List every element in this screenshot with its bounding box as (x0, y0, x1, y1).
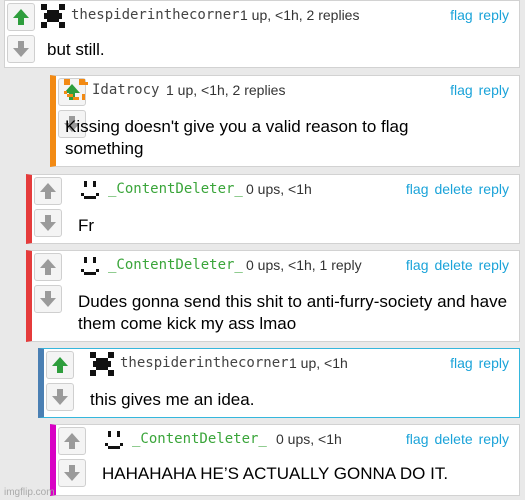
flag-link[interactable]: flag (406, 257, 429, 273)
username-link[interactable]: _ContentDeleter_ (108, 257, 243, 273)
down-arrow-icon (13, 41, 29, 57)
down-arrow-icon (40, 291, 56, 307)
avatar[interactable] (78, 254, 102, 278)
comment-actions: flag reply (444, 82, 509, 98)
downvote-button[interactable] (34, 209, 62, 237)
up-arrow-icon (13, 9, 29, 25)
upvote-button[interactable] (34, 177, 62, 205)
comment: _ContentDeleter_ 0 ups, <1h flag delete re… (50, 424, 520, 496)
smiley-avatar-icon (81, 181, 99, 199)
spider-avatar-icon (41, 4, 65, 28)
up-arrow-icon (52, 357, 68, 373)
avatar[interactable] (41, 4, 65, 28)
reply-link[interactable]: reply (479, 257, 509, 273)
comment-actions: flag delete reply (400, 257, 509, 273)
reply-link[interactable]: reply (479, 431, 509, 447)
flag-link[interactable]: flag (406, 431, 429, 447)
comment-meta: 1 up, <1h, 2 replies (240, 7, 360, 23)
comment-text: Kissing doesn't give you a valid reason … (65, 117, 409, 158)
comment: thespiderinthecorner 1 up, <1h, 2 replie… (4, 0, 520, 68)
downvote-button[interactable] (34, 285, 62, 313)
flag-link[interactable]: flag (450, 7, 473, 23)
avatar[interactable] (64, 79, 88, 103)
flag-link[interactable]: flag (450, 355, 473, 371)
avatar[interactable] (90, 352, 114, 376)
comment-text: but still. (47, 40, 105, 59)
comment-meta: 0 ups, <1h (276, 431, 342, 447)
username-link[interactable]: thespiderinthecorner (71, 7, 240, 23)
comment: _ContentDeleter_ 0 ups, <1h, 1 reply fla… (26, 250, 520, 342)
reply-link[interactable]: reply (479, 181, 509, 197)
username-link[interactable]: thespiderinthecorner (120, 355, 289, 371)
flag-link[interactable]: flag (406, 181, 429, 197)
upvote-button[interactable] (58, 427, 86, 455)
reply-link[interactable]: reply (479, 7, 509, 23)
pixel-face-avatar-icon (64, 79, 88, 100)
comment: _ContentDeleter_ 0 ups, <1h flag delete re… (26, 174, 520, 244)
up-arrow-icon (40, 183, 56, 199)
comment-actions: flag delete reply (400, 431, 509, 447)
downvote-button[interactable] (58, 459, 86, 487)
down-arrow-icon (52, 389, 68, 405)
comment-text: Fr (78, 216, 95, 235)
downvote-button[interactable] (7, 35, 35, 63)
comment-text: Dudes gonna send this shit to anti-furry… (78, 292, 508, 333)
comment: Idatrocy 1 up, <1h, 2 replies flag reply … (50, 75, 520, 167)
username-link[interactable]: _ContentDeleter_ (132, 431, 267, 447)
comment-text: this gives me an idea. (90, 390, 255, 409)
upvote-button[interactable] (7, 3, 35, 31)
watermark: imgflip.com (4, 487, 55, 498)
comment: thespiderinthecorner 1 up, <1h flag reply… (38, 348, 520, 418)
smiley-avatar-icon (81, 257, 99, 275)
comment-meta: 0 ups, <1h, 1 reply (246, 257, 362, 273)
username-link[interactable]: Idatrocy (92, 82, 159, 98)
comment-meta: 1 up, <1h (289, 355, 348, 371)
avatar[interactable] (78, 178, 102, 202)
up-arrow-icon (64, 433, 80, 449)
delete-link[interactable]: delete (434, 257, 472, 273)
comment-meta: 1 up, <1h, 2 replies (166, 82, 286, 98)
comment-actions: flag reply (444, 7, 509, 23)
comment-meta: 0 ups, <1h (246, 181, 312, 197)
delete-link[interactable]: delete (434, 181, 472, 197)
username-link[interactable]: _ContentDeleter_ (108, 181, 243, 197)
avatar[interactable] (102, 428, 126, 452)
up-arrow-icon (40, 259, 56, 275)
comment-actions: flag reply (444, 355, 509, 371)
downvote-button[interactable] (46, 383, 74, 411)
down-arrow-icon (40, 215, 56, 231)
upvote-button[interactable] (34, 253, 62, 281)
delete-link[interactable]: delete (434, 431, 472, 447)
flag-link[interactable]: flag (450, 82, 473, 98)
reply-link[interactable]: reply (479, 355, 509, 371)
smiley-avatar-icon (105, 431, 123, 449)
reply-link[interactable]: reply (479, 82, 509, 98)
comment-text: HAHAHAHA HE’S ACTUALLY GONNA DO IT. (102, 464, 449, 483)
down-arrow-icon (64, 465, 80, 481)
comment-actions: flag delete reply (400, 181, 509, 197)
spider-avatar-icon (90, 352, 114, 376)
upvote-button[interactable] (46, 351, 74, 379)
